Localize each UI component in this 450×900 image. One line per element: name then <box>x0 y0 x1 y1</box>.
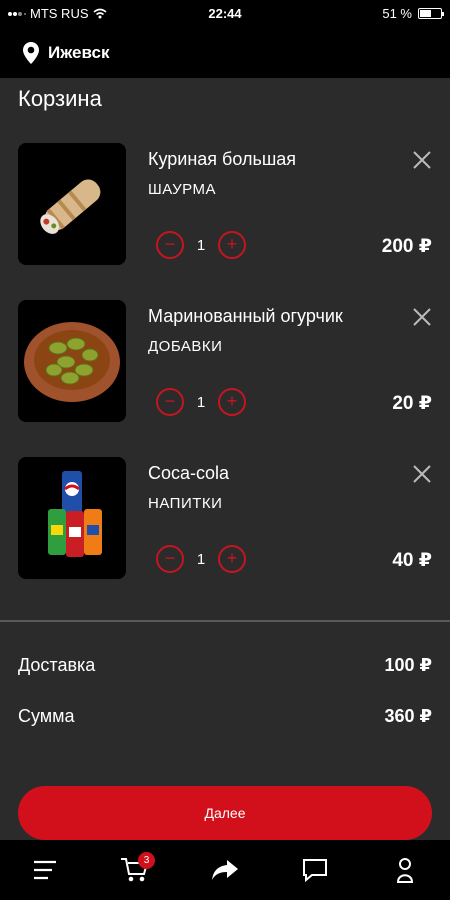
remove-item-button[interactable] <box>411 149 433 171</box>
decrease-quantity-button[interactable]: − <box>156 545 184 573</box>
tab-share[interactable] <box>205 850 245 890</box>
quantity-stepper: − 1 + <box>156 231 246 259</box>
share-icon <box>212 860 238 880</box>
cart-item: Куриная большая ШАУРМА − 1 + 200 ₽ <box>0 143 450 269</box>
item-image-pickles-bowl <box>18 300 126 422</box>
cart-item: Маринованный огурчик ДОБАВКИ − 1 + 20 ₽ <box>0 300 450 426</box>
tab-menu[interactable] <box>25 850 65 890</box>
profile-icon <box>396 858 414 883</box>
decrease-quantity-button[interactable]: − <box>156 231 184 259</box>
item-image-shawarma <box>18 143 126 265</box>
quantity-value: 1 <box>196 236 206 254</box>
total-label: Сумма <box>18 706 75 726</box>
total-row: Сумма 360 ₽ <box>18 706 432 727</box>
decrease-quantity-button[interactable]: − <box>156 388 184 416</box>
tab-chat[interactable] <box>295 850 335 890</box>
item-name: Куриная большая <box>148 149 297 169</box>
divider <box>0 620 450 622</box>
item-name: Coca-cola <box>148 463 230 483</box>
item-image-soda-cans <box>18 457 126 579</box>
status-bar: MTS RUS 22:44 51 % <box>0 0 450 28</box>
chat-icon <box>303 859 327 883</box>
battery-icon <box>418 8 444 19</box>
bottom-tab-bar: 3 <box>0 840 450 900</box>
location-pin-icon <box>23 42 39 64</box>
increase-quantity-button[interactable]: + <box>218 545 246 573</box>
delivery-label: Доставка <box>18 655 96 675</box>
battery-fill <box>420 10 432 17</box>
item-category: ШАУРМА <box>148 181 216 198</box>
cart-item: Coca-cola НАПИТКИ − 1 + 40 ₽ <box>0 457 450 583</box>
page-title: Корзина <box>18 86 102 111</box>
city-name: Ижевск <box>48 43 110 62</box>
menu-icon <box>34 860 56 880</box>
quantity-stepper: − 1 + <box>156 388 246 416</box>
item-category: НАПИТКИ <box>148 495 223 512</box>
remove-item-button[interactable] <box>411 306 433 328</box>
location-header[interactable]: Ижевск <box>0 28 450 78</box>
battery-percent: 51 % <box>382 6 412 21</box>
delivery-row: Доставка 100 ₽ <box>18 655 432 676</box>
status-right: 51 % <box>382 6 444 21</box>
tab-cart[interactable]: 3 <box>115 850 155 890</box>
quantity-stepper: − 1 + <box>156 545 246 573</box>
increase-quantity-button[interactable]: + <box>218 231 246 259</box>
quantity-value: 1 <box>196 550 206 568</box>
tab-profile[interactable] <box>385 850 425 890</box>
quantity-value: 1 <box>196 393 206 411</box>
item-price: 40 ₽ <box>392 550 432 571</box>
item-category: ДОБАВКИ <box>148 338 223 355</box>
item-price: 20 ₽ <box>392 393 432 414</box>
total-value: 360 ₽ <box>384 706 432 726</box>
delivery-value: 100 ₽ <box>384 655 432 675</box>
remove-item-button[interactable] <box>411 463 433 485</box>
next-button[interactable]: Далее <box>18 786 432 840</box>
cart-badge: 3 <box>138 852 155 869</box>
item-price: 200 ₽ <box>381 236 432 257</box>
item-name: Маринованный огурчик <box>148 306 343 326</box>
increase-quantity-button[interactable]: + <box>218 388 246 416</box>
